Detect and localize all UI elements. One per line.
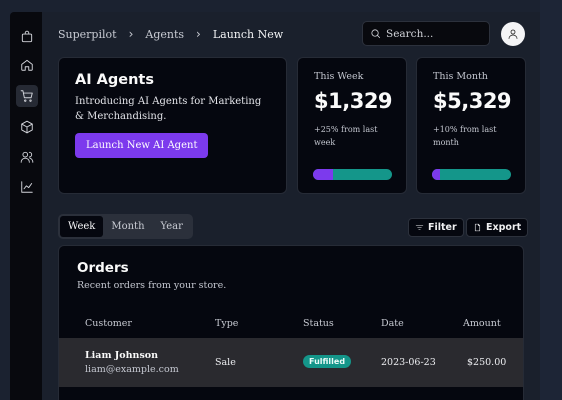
orders-title: Orders xyxy=(77,260,129,276)
chevron-right-icon: › xyxy=(128,27,134,41)
column-header-type[interactable]: Type xyxy=(215,318,238,329)
order-type: Sale xyxy=(215,357,236,368)
search-box xyxy=(362,21,490,46)
ai-card-description: Introducing AI Agents for Marketing & Me… xyxy=(75,96,262,122)
stat-value: $1,329 xyxy=(314,89,393,113)
stat-change: +10% from last month xyxy=(433,125,497,147)
stat-label: This Month xyxy=(433,71,488,82)
status-badge: Fulfilled xyxy=(303,355,352,368)
users-icon xyxy=(20,151,34,163)
sidebar-item-products[interactable] xyxy=(16,116,38,138)
export-label: Export xyxy=(486,222,522,233)
tab-month[interactable]: Month xyxy=(103,216,152,237)
period-tabs: Week Month Year xyxy=(58,214,193,239)
sidebar-item-analytics[interactable] xyxy=(16,176,38,198)
orders-description: Recent orders from your store. xyxy=(77,280,227,291)
filter-button[interactable]: Filter xyxy=(408,218,464,237)
search-icon xyxy=(371,29,381,39)
ai-agents-card: AI Agents Introducing AI Agents for Mark… xyxy=(58,57,287,194)
search-input[interactable] xyxy=(386,27,486,40)
progress-fill xyxy=(313,169,333,180)
cart-icon xyxy=(20,90,33,102)
filter-icon xyxy=(415,224,424,231)
breadcrumb-item[interactable]: Agents xyxy=(145,28,184,41)
this-month-card: This Month $5,329 +10% from last month xyxy=(416,57,526,194)
progress-bar xyxy=(313,169,392,180)
avatar[interactable] xyxy=(501,22,525,46)
progress-bar xyxy=(432,169,511,180)
ai-card-title: AI Agents xyxy=(75,72,154,88)
package-icon xyxy=(21,30,33,43)
breadcrumb-item[interactable]: Superpilot xyxy=(58,28,117,41)
breadcrumb: Superpilot › Agents › Launch New xyxy=(58,27,283,41)
column-header-date[interactable]: Date xyxy=(381,318,404,329)
stat-change: +25% from last week xyxy=(314,125,378,147)
file-icon xyxy=(474,223,481,232)
user-icon xyxy=(508,29,518,39)
background-panel xyxy=(540,0,562,400)
sidebar-item-home[interactable] xyxy=(16,54,38,76)
box-icon xyxy=(21,120,33,134)
tab-week[interactable]: Week xyxy=(60,216,104,237)
customer-email: liam@example.com xyxy=(85,364,179,375)
tab-year[interactable]: Year xyxy=(153,216,191,237)
orders-card: Orders Recent orders from your store. Cu… xyxy=(58,245,524,400)
table-row[interactable]: Liam Johnson liam@example.com Sale Fulfi… xyxy=(59,338,523,387)
breadcrumb-current: Launch New xyxy=(212,27,284,41)
this-week-card: This Week $1,329 +25% from last week xyxy=(297,57,407,194)
home-icon xyxy=(21,59,33,71)
order-amount: $250.00 xyxy=(467,357,507,368)
column-header-status[interactable]: Status xyxy=(303,318,334,329)
sidebar-item-customers[interactable] xyxy=(16,146,38,168)
stat-value: $5,329 xyxy=(433,89,512,113)
chart-icon xyxy=(21,181,33,193)
customer-name: Liam Johnson xyxy=(85,350,159,361)
export-button[interactable]: Export xyxy=(466,218,529,237)
sidebar-item-orders[interactable] xyxy=(16,85,38,107)
column-header-amount[interactable]: Amount xyxy=(463,318,501,329)
column-header-customer[interactable]: Customer xyxy=(85,318,132,329)
launch-agent-button[interactable]: Launch New AI Agent xyxy=(75,133,209,158)
order-date: 2023-06-23 xyxy=(381,357,436,368)
chevron-right-icon: › xyxy=(196,27,201,41)
filter-label: Filter xyxy=(428,222,457,233)
sidebar xyxy=(10,12,42,400)
stat-label: This Week xyxy=(314,71,364,82)
sidebar-item-logo[interactable] xyxy=(16,26,38,48)
progress-fill xyxy=(432,169,440,180)
main-content: Superpilot › Agents › Launch New AI Agen… xyxy=(42,12,540,400)
